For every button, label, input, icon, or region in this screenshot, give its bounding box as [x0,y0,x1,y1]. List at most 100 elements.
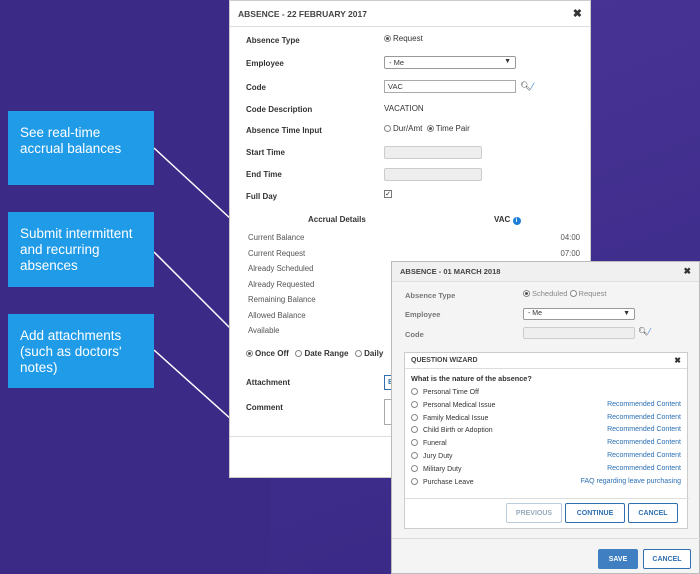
wizard-option[interactable]: Funeral [411,439,447,447]
employee-label: Employee [246,59,284,68]
radio-label: Once Off [255,349,289,358]
radio-icon[interactable] [246,350,253,357]
recommended-content-link[interactable]: Recommended Content [607,452,681,459]
radio-label: Time Pair [435,124,470,133]
recommended-content-link[interactable]: Recommended Content [607,465,681,472]
info-icon[interactable]: i [512,217,521,225]
wizard-option-label: Purchase Leave [423,478,474,486]
wizard-option-label: Personal Medical Issue [423,401,496,409]
absence-type-label: Absence Type [246,36,300,45]
recommended-content-link[interactable]: FAQ regarding leave purchasing [581,478,681,485]
question-wizard: QUESTION WIZARD ✖ What is the nature of … [404,352,689,529]
recommended-content-link[interactable]: Recommended Content [607,426,681,433]
accrual-row-label: Current Request [248,248,306,258]
dialog-header: ABSENCE - 22 FEBRUARY 2017 ✖ [230,1,590,27]
absence-type-radio[interactable]: Request [384,34,423,43]
radio-label: Daily [364,349,384,358]
wizard-option[interactable]: Family Medical Issue [411,413,488,422]
code-description-value: VACATION [384,104,424,113]
radio-icon[interactable] [411,400,418,408]
dialog-title: ABSENCE - 01 MARCH 2018 [400,267,501,276]
callout-attachments: Add attachments (such as doctors' notes) [8,314,154,388]
radio-icon[interactable] [355,350,363,357]
absence-type-options: Scheduled Request [523,289,606,298]
wizard-option[interactable]: Purchase Leave [411,477,474,486]
magic-wand-icon[interactable]: ⁄ [649,327,650,336]
callout-text: Submit intermittent and recurring absenc… [20,226,133,273]
occurrence-options: Once Off Date Range Daily [246,349,383,358]
wizard-option-label: Military Duty [423,465,462,473]
callout-text: Add attachments (such as doctors' notes) [20,328,122,375]
employee-select[interactable]: - Me ▼ [523,308,635,320]
close-icon[interactable]: ✖ [573,7,582,20]
accrual-details-header: Accrual Details [308,215,366,224]
full-day-checkbox[interactable]: ✓ [384,190,392,198]
radio-icon[interactable] [569,290,577,297]
magic-wand-icon[interactable]: ⁄ [532,81,534,91]
wizard-question: What is the nature of the absence? [411,374,532,383]
start-time-input[interactable] [384,146,482,159]
radio-label: Scheduled [532,289,568,298]
dialog-footer-divider [392,538,700,539]
radio-icon[interactable] [411,426,418,434]
recommended-content-link[interactable]: Recommended Content [607,414,681,421]
attachment-label: Attachment [246,378,291,387]
wizard-option[interactable]: Personal Time Off [411,388,479,396]
recommended-content-link[interactable]: Recommended Content [607,439,681,446]
accrual-row-label: Remaining Balance [248,295,316,304]
code-label: Code [246,83,266,92]
absence-dialog-2: ABSENCE - 01 MARCH 2018 ✖ Absence Type S… [391,261,700,574]
radio-icon[interactable] [426,125,434,132]
radio-icon[interactable] [295,350,303,357]
start-time-label: Start Time [246,148,285,157]
radio-icon[interactable] [523,290,530,297]
dialog-title: ABSENCE - 22 FEBRUARY 2017 [238,8,367,19]
close-icon[interactable]: ✖ [674,356,681,365]
wizard-option-label: Jury Duty [423,453,453,460]
accrual-row-value: 04:00 [560,233,580,242]
absence-time-input-label: Absence Time Input [246,126,322,135]
wizard-option[interactable]: Child Birth or Adoption [411,426,493,434]
code-input[interactable]: VAC [384,80,516,93]
wizard-cancel-button[interactable]: CANCEL [628,503,678,523]
radio-icon[interactable] [384,125,391,132]
search-icon[interactable]: 🔍︎ [520,81,531,92]
dialog-header: ABSENCE - 01 MARCH 2018 ✖ [392,262,699,282]
continue-button[interactable]: CONTINUE [565,503,625,523]
radio-icon[interactable] [411,464,418,472]
radio-icon[interactable] [411,439,418,447]
employee-value: - Me [389,58,404,67]
wizard-option[interactable]: Jury Duty [411,452,453,460]
save-button[interactable]: SAVE [598,549,638,569]
accrual-code-header: VAC i [494,215,521,225]
time-input-options: Dur/Amt Time Pair [384,124,470,133]
accrual-code: VAC [494,215,511,224]
radio-label: Request [578,289,607,298]
callout-intermittent: Submit intermittent and recurring absenc… [8,212,154,287]
end-time-input[interactable] [384,168,482,181]
radio-icon[interactable] [411,477,418,485]
code-description-label: Code Description [246,105,313,114]
radio-icon[interactable] [384,35,391,42]
wizard-option[interactable]: Personal Medical Issue [411,400,496,409]
radio-icon[interactable] [411,413,418,421]
radio-icon[interactable] [411,452,418,459]
wizard-title: QUESTION WIZARD [411,357,478,364]
full-day-label: Full Day [246,192,278,201]
wizard-option-label: Funeral [423,440,447,448]
employee-value: - Me [528,310,542,317]
employee-select[interactable]: - Me ▼ [384,56,516,69]
chevron-down-icon: ▼ [623,310,630,317]
code-input[interactable] [523,327,635,339]
wizard-option-label: Child Birth or Adoption [423,427,493,435]
employee-label: Employee [405,310,441,319]
wizard-option[interactable]: Military Duty [411,464,462,473]
previous-button[interactable]: PREVIOUS [506,503,562,523]
recommended-content-link[interactable]: Recommended Content [607,401,681,408]
accrual-row-label: Already Scheduled [248,264,314,273]
absence-type-label: Absence Type [405,291,456,300]
close-icon[interactable]: ✖ [683,266,691,277]
cancel-button[interactable]: CANCEL [643,549,691,569]
search-icon[interactable]: 🔍︎ [638,327,648,336]
radio-icon[interactable] [411,388,418,395]
